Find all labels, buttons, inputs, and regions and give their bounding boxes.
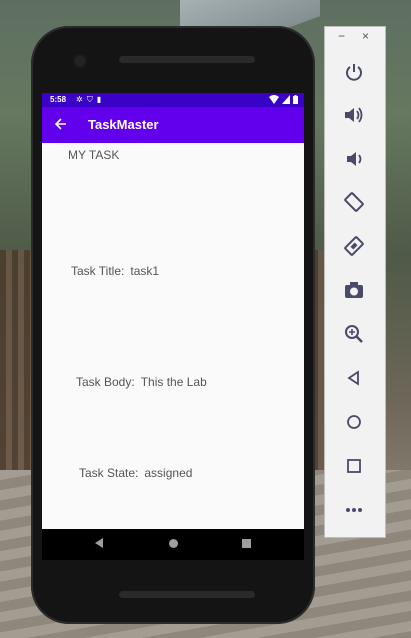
navigation-bar [42, 529, 304, 560]
rotate-left-icon[interactable] [341, 189, 367, 215]
task-body-value: This the Lab [140, 375, 207, 389]
wifi-icon [269, 95, 279, 104]
task-state-row: Task State: assigned [79, 466, 192, 480]
volume-up-icon[interactable] [341, 102, 367, 128]
minimize-button[interactable]: − [338, 29, 345, 43]
task-body-label: Task Body: [76, 375, 135, 389]
app-bar: TaskMaster [42, 107, 304, 143]
app-title: TaskMaster [88, 117, 159, 132]
close-button[interactable]: × [362, 29, 369, 43]
task-state-value: assigned [144, 466, 193, 480]
device-screen: 5:58 ✲ ⛉ ▮ TaskMaster MY TASK Task Title… [42, 93, 304, 560]
status-right-icons [269, 95, 298, 104]
sim-icon: ▮ [96, 95, 102, 104]
task-title-row: Task Title: task1 [71, 264, 159, 278]
volume-down-icon[interactable] [341, 146, 367, 172]
nav-home-icon[interactable] [169, 539, 178, 548]
shield-icon: ⛉ [86, 95, 93, 104]
top-speaker [119, 56, 255, 63]
status-bar: 5:58 ✲ ⛉ ▮ [42, 93, 304, 107]
battery-icon [293, 95, 298, 104]
page-heading: MY TASK [68, 148, 120, 162]
home-icon[interactable] [341, 409, 367, 435]
back-icon[interactable] [341, 365, 367, 391]
more-icon[interactable] [341, 497, 367, 523]
settings-icon: ✲ [76, 95, 83, 104]
camera-icon[interactable] [341, 277, 367, 303]
phone-frame: 5:58 ✲ ⛉ ▮ TaskMaster MY TASK Task Title… [31, 26, 315, 624]
status-time: 5:58 [50, 95, 67, 104]
bottom-speaker [119, 591, 255, 598]
front-camera [75, 56, 85, 66]
zoom-icon[interactable] [341, 321, 367, 347]
status-left-icons: ✲ ⛉ ▮ [76, 95, 101, 105]
arrow-back-icon[interactable] [52, 115, 70, 133]
emulator-toolbar: − × [324, 26, 386, 538]
signal-icon [282, 95, 290, 104]
nav-back-icon[interactable] [95, 538, 103, 548]
task-title-label: Task Title: [71, 264, 125, 278]
task-state-label: Task State: [79, 466, 139, 480]
task-detail-content: MY TASK Task Title: task1 Task Body: This … [42, 143, 304, 529]
nav-overview-icon[interactable] [242, 539, 251, 548]
task-body-row: Task Body: This the Lab [76, 375, 207, 389]
task-title-value: task1 [130, 264, 160, 278]
rotate-right-icon[interactable] [341, 233, 367, 259]
overview-icon[interactable] [341, 453, 367, 479]
power-icon[interactable] [341, 59, 367, 85]
